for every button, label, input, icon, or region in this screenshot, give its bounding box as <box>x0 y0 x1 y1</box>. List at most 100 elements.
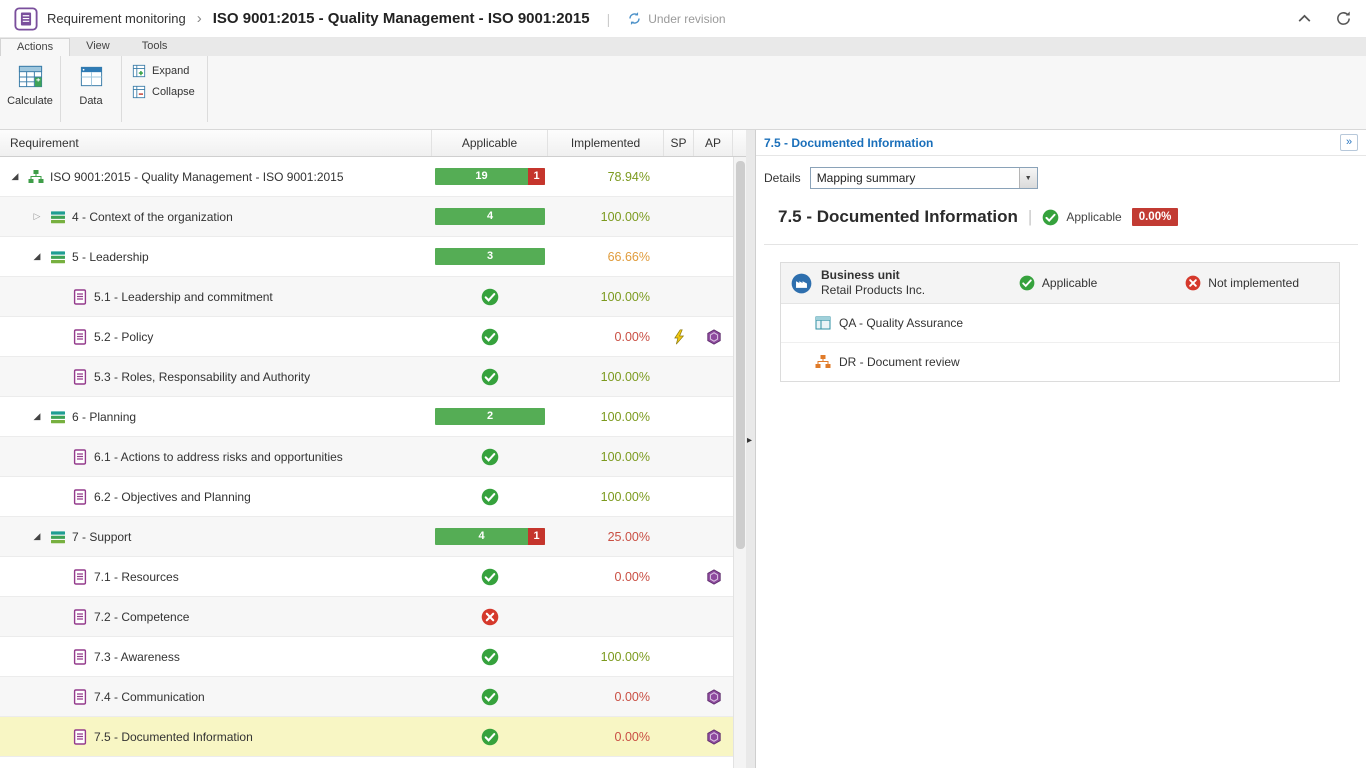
orgchart-model-icon <box>815 354 831 370</box>
implemented-value: 0.00% <box>548 330 664 344</box>
dropdown-selected-value: Mapping summary <box>811 168 1019 188</box>
table-row[interactable]: 6.1 - Actions to address risks and oppor… <box>0 437 746 477</box>
details-view-dropdown[interactable]: Mapping summary ▼ <box>810 167 1038 189</box>
table-row[interactable]: ▷4 - Context of the organization4100.00% <box>0 197 746 237</box>
table-row[interactable]: ◢ ISO 9001:2015 - Quality Management - IS… <box>0 157 746 197</box>
panel-splitter[interactable]: ▸ <box>746 130 755 768</box>
tree-expand-toggle-icon[interactable]: ▷ <box>30 211 44 222</box>
requirement-grid-panel: Requirement Applicable Implemented SP AP… <box>0 130 746 768</box>
requirement-label: ISO 9001:2015 - Quality Management - ISO… <box>50 170 344 184</box>
table-row[interactable]: 7.4 - Communication0.00% <box>0 677 746 717</box>
applicable-check-icon <box>481 648 499 666</box>
refresh-icon[interactable] <box>1335 10 1352 27</box>
revision-status-label: Under revision <box>648 12 725 26</box>
app-title: Requirement monitoring <box>47 11 186 26</box>
table-row[interactable]: 7.3 - Awareness100.00% <box>0 637 746 677</box>
list-item-label: DR - Document review <box>839 355 960 369</box>
document-icon <box>72 329 88 345</box>
table-row[interactable]: 6.2 - Objectives and Planning100.00% <box>0 477 746 517</box>
applicable-count-bar: 4 <box>435 208 545 225</box>
matrix-model-icon <box>815 315 831 331</box>
panel-expand-button[interactable]: » <box>1340 134 1358 151</box>
calculate-button[interactable]: Calculate <box>2 56 58 107</box>
menu-tab-tools[interactable]: Tools <box>126 38 184 56</box>
table-row[interactable]: 7.5 - Documented Information0.00% <box>0 717 746 757</box>
applicable-cell: 2 <box>432 408 548 425</box>
collapse-ribbon-icon[interactable] <box>1296 10 1313 27</box>
splitter-arrow-icon[interactable]: ▸ <box>747 435 752 446</box>
requirement-label: 6.1 - Actions to address risks and oppor… <box>94 450 343 464</box>
revision-status: Under revision <box>627 11 725 26</box>
table-row[interactable]: ◢6 - Planning2100.00% <box>0 397 746 437</box>
sp-cell <box>664 329 694 345</box>
document-icon <box>72 449 88 465</box>
menu-tab-actions[interactable]: Actions <box>0 38 70 56</box>
sync-icon <box>627 11 642 26</box>
implemented-value: 0.00% <box>548 730 664 744</box>
implemented-value: 100.00% <box>548 410 664 424</box>
table-row[interactable]: 5.2 - Policy 0.00% <box>0 317 746 357</box>
applicable-count: 19 <box>435 168 528 185</box>
category-icon <box>50 249 66 265</box>
table-row[interactable]: 5.1 - Leadership and commitment100.00% <box>0 277 746 317</box>
menu-tab-view[interactable]: View <box>70 38 126 56</box>
menubar: Actions View Tools <box>0 38 1366 56</box>
vertical-scrollbar[interactable] <box>733 157 746 768</box>
list-item[interactable]: QA - Quality Assurance <box>781 304 1339 343</box>
requirement-label: 5.3 - Roles, Responsability and Authorit… <box>94 370 310 384</box>
column-header-sp[interactable]: SP <box>664 130 694 156</box>
requirement-cell: 6.2 - Objectives and Planning <box>0 489 432 505</box>
tree-collapse-toggle-icon[interactable]: ◢ <box>30 411 44 422</box>
column-header-applicable[interactable]: Applicable <box>432 130 548 156</box>
app-icon <box>14 7 38 31</box>
collapse-button[interactable]: Collapse <box>132 85 195 99</box>
tree-collapse-toggle-icon[interactable]: ◢ <box>30 251 44 262</box>
table-row[interactable]: 7.2 - Competence <box>0 597 746 637</box>
applicable-cell <box>432 448 548 466</box>
toolbar-group-tools: Expand Collapse <box>122 56 208 122</box>
applicable-cell: 3 <box>432 248 548 265</box>
requirement-label: 7.3 - Awareness <box>94 650 180 664</box>
document-icon <box>72 729 88 745</box>
column-header-requirement[interactable]: Requirement <box>0 130 432 156</box>
applicable-check-icon <box>481 568 499 586</box>
details-panel: 7.5 - Documented Information » Details M… <box>755 130 1366 768</box>
requirement-label: 5.2 - Policy <box>94 330 153 344</box>
hierarchy-icon <box>28 169 44 185</box>
implemented-value: 100.00% <box>548 370 664 384</box>
dropdown-arrow-icon[interactable]: ▼ <box>1019 168 1037 188</box>
table-row[interactable]: 5.3 - Roles, Responsability and Authorit… <box>0 357 746 397</box>
ap-cell <box>694 569 733 585</box>
tree-collapse-toggle-icon[interactable]: ◢ <box>30 531 44 542</box>
requirement-heading: 7.5 - Documented Information <box>778 207 1018 227</box>
table-row[interactable]: ◢7 - Support4125.00% <box>0 517 746 557</box>
scrollbar-thumb[interactable] <box>736 161 745 549</box>
applicable-cell <box>432 648 548 666</box>
applicable-label: Applicable <box>1066 210 1121 224</box>
sp-lightning-icon <box>671 329 687 345</box>
data-button[interactable]: Data <box>63 56 119 107</box>
requirement-label: 7.1 - Resources <box>94 570 179 584</box>
business-unit-name: Retail Products Inc. <box>821 283 925 298</box>
applicable-count: 4 <box>435 528 528 545</box>
column-header-ap[interactable]: AP <box>694 130 733 156</box>
calculate-label: Calculate <box>7 95 53 107</box>
applicable-cell <box>432 608 548 626</box>
expand-button[interactable]: Expand <box>132 64 195 78</box>
applicable-cell <box>432 288 548 306</box>
applicable-count-bar: 3 <box>435 248 545 265</box>
not-implemented-status-label: Not implemented <box>1208 276 1299 290</box>
collapse-icon <box>132 85 146 99</box>
tree-collapse-toggle-icon[interactable]: ◢ <box>8 171 22 182</box>
table-row[interactable]: ◢5 - Leadership366.66% <box>0 237 746 277</box>
business-unit-type-label: Business unit <box>821 268 925 283</box>
applicable-count: 3 <box>435 248 545 265</box>
category-icon <box>50 409 66 425</box>
toolbar: Calculate Data Expand Collapse <box>0 56 1366 130</box>
requirement-label: 7 - Support <box>72 530 131 544</box>
list-item[interactable]: DR - Document review <box>781 343 1339 381</box>
ap-hexagon-icon <box>706 689 722 705</box>
table-row[interactable]: 7.1 - Resources0.00% <box>0 557 746 597</box>
column-header-implemented[interactable]: Implemented <box>548 130 664 156</box>
implemented-value: 25.00% <box>548 530 664 544</box>
